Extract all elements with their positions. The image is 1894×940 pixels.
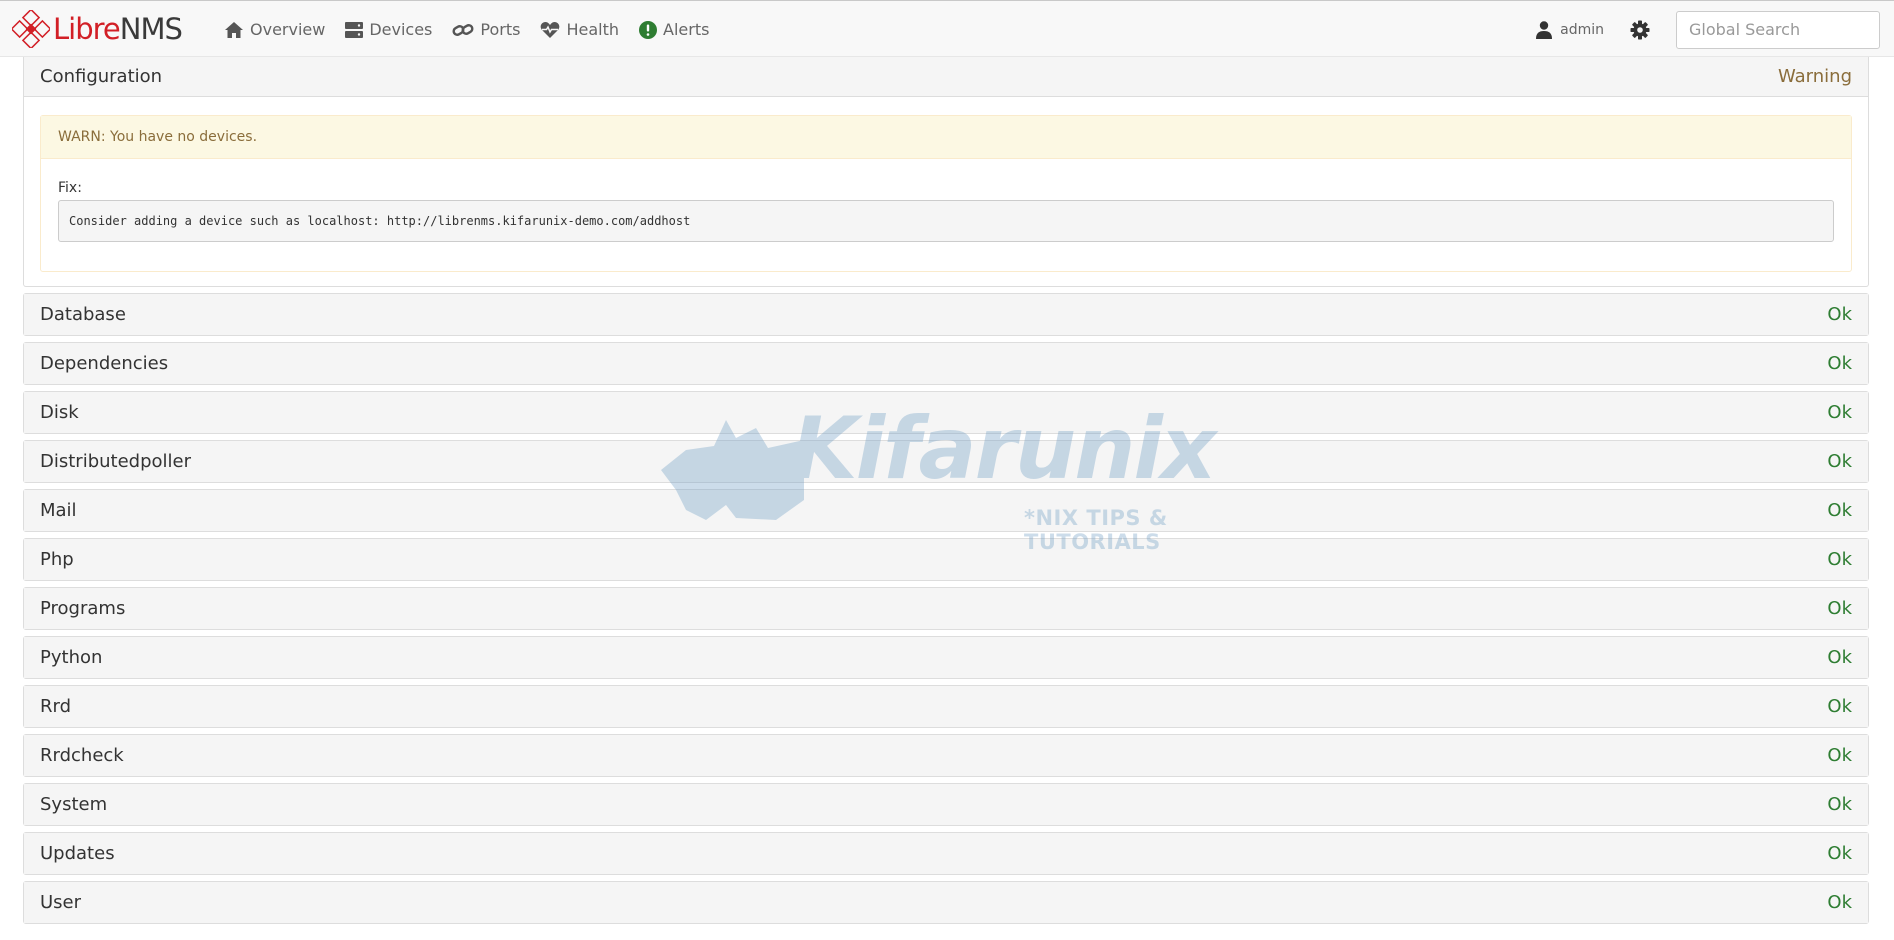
settings-menu[interactable] [1630, 20, 1650, 40]
check-panel: Python Ok [23, 636, 1869, 679]
check-status: Ok [1827, 696, 1852, 717]
checks-list: Database Ok Dependencies Ok Disk Ok Distribute… [23, 293, 1869, 924]
user-menu[interactable]: admin [1536, 20, 1604, 39]
check-panel: Updates Ok [23, 832, 1869, 875]
librenms-logo-icon [12, 10, 50, 48]
user-icon [1536, 20, 1553, 39]
nav-health[interactable]: Health [540, 20, 619, 39]
nav-alerts[interactable]: Alerts [639, 20, 709, 39]
check-name: Php [40, 549, 74, 570]
fix-text: Consider adding a device such as localho… [58, 200, 1834, 242]
check-name: Distributedpoller [40, 451, 192, 472]
check-status: Ok [1827, 500, 1852, 521]
brand-text-nms: NMS [119, 11, 183, 46]
check-name: Updates [40, 843, 115, 864]
user-name: admin [1560, 21, 1604, 38]
nav-overview-label: Overview [250, 20, 326, 39]
nav-right: admin [1536, 1, 1894, 58]
check-heading[interactable]: User Ok [24, 882, 1868, 923]
check-panel: Database Ok [23, 293, 1869, 336]
brand-logo-link[interactable]: LibreNMS [12, 10, 183, 48]
nav-health-label: Health [566, 20, 619, 39]
warning-alert: WARN: You have no devices. Fix: Consider… [40, 115, 1852, 272]
link-icon [452, 23, 474, 36]
check-heading[interactable]: Python Ok [24, 637, 1868, 678]
nav-alerts-label: Alerts [663, 20, 710, 39]
check-panel: User Ok [23, 881, 1869, 924]
check-heading[interactable]: Database Ok [24, 294, 1868, 335]
check-panel: Programs Ok [23, 587, 1869, 630]
check-panel: Rrd Ok [23, 685, 1869, 728]
check-name: Rrd [40, 696, 72, 717]
check-heading[interactable]: Dependencies Ok [24, 343, 1868, 384]
fix-section: Fix: Consider adding a device such as lo… [41, 159, 1851, 271]
configuration-body: WARN: You have no devices. Fix: Consider… [24, 97, 1868, 286]
check-name: Mail [40, 500, 77, 521]
check-panel: Distributedpoller Ok [23, 440, 1869, 483]
configuration-panel: Configuration Warning WARN: You have no … [23, 57, 1869, 287]
check-panel: Php Ok [23, 538, 1869, 581]
check-status: Ok [1827, 353, 1852, 374]
check-heading[interactable]: Programs Ok [24, 588, 1868, 629]
check-status: Ok [1827, 892, 1852, 913]
brand-text: LibreNMS [53, 11, 183, 46]
check-status: Ok [1827, 549, 1852, 570]
check-panel: Disk Ok [23, 391, 1869, 434]
check-name: Rrdcheck [40, 745, 124, 766]
warning-message: WARN: You have no devices. [41, 116, 1851, 159]
check-heading[interactable]: Rrd Ok [24, 686, 1868, 727]
check-name: User [40, 892, 82, 913]
nav-overview[interactable]: Overview [224, 20, 325, 39]
main-nav: Overview Devices Ports Health Alerts [224, 1, 729, 58]
fix-label: Fix: [58, 180, 82, 196]
check-name: Database [40, 304, 126, 325]
check-name: Programs [40, 598, 126, 619]
brand-text-libre: Libre [53, 11, 121, 46]
check-heading[interactable]: Distributedpoller Ok [24, 441, 1868, 482]
check-status: Ok [1827, 794, 1852, 815]
nav-ports[interactable]: Ports [452, 20, 520, 39]
nav-devices[interactable]: Devices [345, 20, 432, 39]
check-name: Disk [40, 402, 79, 423]
global-search-input[interactable] [1676, 10, 1880, 49]
check-heading[interactable]: Php Ok [24, 539, 1868, 580]
check-status: Ok [1827, 843, 1852, 864]
nav-devices-label: Devices [369, 20, 433, 39]
home-icon [225, 21, 243, 38]
check-panel: System Ok [23, 783, 1869, 826]
alert-circle-icon [639, 20, 657, 39]
check-heading[interactable]: System Ok [24, 784, 1868, 825]
check-status: Ok [1827, 647, 1852, 668]
gear-icon [1630, 20, 1650, 39]
validation-content: Configuration Warning WARN: You have no … [23, 57, 1869, 930]
check-name: Python [40, 647, 103, 668]
check-status: Ok [1827, 598, 1852, 619]
check-panel: Dependencies Ok [23, 342, 1869, 385]
heartbeat-icon [541, 21, 560, 38]
configuration-title: Configuration [40, 66, 163, 87]
check-status: Ok [1827, 304, 1852, 325]
check-heading[interactable]: Mail Ok [24, 490, 1868, 531]
nav-ports-label: Ports [480, 20, 521, 39]
check-heading[interactable]: Disk Ok [24, 392, 1868, 433]
check-heading[interactable]: Updates Ok [24, 833, 1868, 874]
check-name: Dependencies [40, 353, 169, 374]
check-status: Ok [1827, 745, 1852, 766]
check-status: Ok [1827, 451, 1852, 472]
check-panel: Mail Ok [23, 489, 1869, 532]
check-heading[interactable]: Rrdcheck Ok [24, 735, 1868, 776]
check-name: System [40, 794, 108, 815]
check-status: Ok [1827, 402, 1852, 423]
configuration-heading[interactable]: Configuration Warning [24, 57, 1868, 97]
configuration-status: Warning [1777, 66, 1852, 87]
server-icon [345, 21, 364, 38]
check-panel: Rrdcheck Ok [23, 734, 1869, 777]
top-navbar: LibreNMS Overview Devices Ports Health A… [0, 0, 1894, 57]
